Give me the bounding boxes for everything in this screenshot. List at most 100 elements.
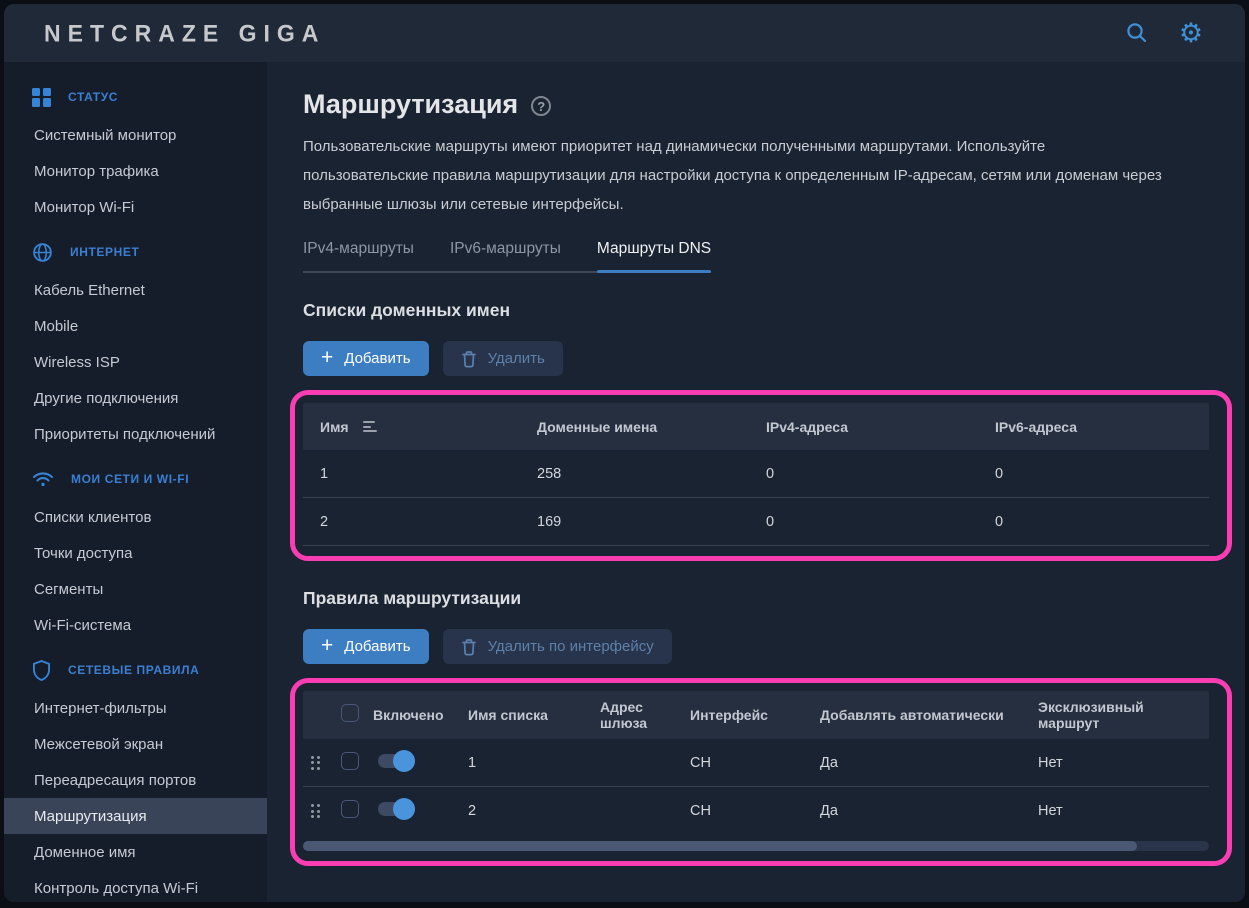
select-all-checkbox[interactable] bbox=[341, 704, 359, 722]
sidebar: СТАТУС Системный монитор Монитор трафика… bbox=[4, 62, 267, 902]
sidebar-item-connection-priorities[interactable]: Приоритеты подключений bbox=[4, 416, 267, 452]
gear-icon[interactable]: ⚙ bbox=[1177, 19, 1205, 47]
column-header-enabled: Включено bbox=[373, 707, 468, 723]
router-admin-window: NETCRAZE GIGA ⚙ СТАТУС Системный монитор… bbox=[4, 4, 1245, 902]
cell-ipv6-count: 0 bbox=[995, 514, 1209, 530]
sidebar-item-routing[interactable]: Маршрутизация bbox=[4, 798, 267, 834]
cell-auto-add: Да bbox=[820, 755, 1038, 771]
sidebar-item-access-points[interactable]: Точки доступа bbox=[4, 535, 267, 571]
sidebar-item-port-forwarding[interactable]: Переадресация портов bbox=[4, 762, 267, 798]
cell-list-name: 1 bbox=[468, 755, 600, 771]
cell-ipv4-count: 0 bbox=[766, 514, 995, 530]
cell-ipv4-count: 0 bbox=[766, 466, 995, 482]
topbar: NETCRAZE GIGA ⚙ bbox=[4, 4, 1245, 62]
row-checkbox[interactable] bbox=[341, 752, 359, 770]
sidebar-item-system-monitor[interactable]: Системный монитор bbox=[4, 117, 267, 153]
page-title: Маршрутизация bbox=[303, 89, 518, 120]
cell-auto-add: Да bbox=[820, 803, 1038, 819]
cell-domain-count: 258 bbox=[537, 466, 766, 482]
table-row[interactable]: 2 CH Да Нет bbox=[303, 787, 1209, 835]
column-header-name[interactable]: Имя bbox=[320, 419, 537, 435]
brand-logo: NETCRAZE GIGA bbox=[44, 19, 325, 47]
drag-handle-icon[interactable] bbox=[311, 756, 341, 770]
sidebar-item-client-lists[interactable]: Списки клиентов bbox=[4, 499, 267, 535]
sort-icon[interactable] bbox=[363, 421, 377, 432]
plus-icon: + bbox=[321, 635, 333, 656]
section-label: СЕТЕВЫЕ ПРАВИЛА bbox=[68, 663, 199, 677]
section-label: МОИ СЕТИ И WI-FI bbox=[71, 472, 189, 486]
column-header-list-name: Имя списка bbox=[468, 707, 600, 723]
horizontal-scrollbar[interactable] bbox=[303, 841, 1209, 851]
cell-domain-count: 169 bbox=[537, 514, 766, 530]
delete-domain-list-button[interactable]: Удалить bbox=[443, 341, 563, 376]
sidebar-section-internet: ИНТЕРНЕТ bbox=[4, 232, 267, 272]
cell-interface: CH bbox=[690, 755, 820, 771]
dashboard-grid-icon bbox=[32, 88, 51, 107]
sidebar-item-wireless-isp[interactable]: Wireless ISP bbox=[4, 344, 267, 380]
highlight-frame-domain-lists: Имя Доменные имена IPv4-адреса IPv6-адре… bbox=[290, 390, 1232, 561]
sidebar-section-network-rules: СЕТЕВЫЕ ПРАВИЛА bbox=[4, 650, 267, 690]
sidebar-section-my-networks-wifi: МОИ СЕТИ И WI-FI bbox=[4, 459, 267, 499]
trash-icon bbox=[461, 350, 477, 368]
row-checkbox[interactable] bbox=[341, 800, 359, 818]
column-header-domain-names: Доменные имена bbox=[537, 419, 766, 435]
page-description: Пользовательские маршруты имеют приорите… bbox=[303, 132, 1165, 219]
add-domain-list-button[interactable]: + Добавить bbox=[303, 341, 429, 376]
sidebar-item-firewall[interactable]: Межсетевой экран bbox=[4, 726, 267, 762]
button-label: Удалить bbox=[488, 350, 545, 367]
highlight-frame-routing-rules: Включено Имя списка Адрес шлюза Интерфей… bbox=[290, 678, 1232, 866]
sidebar-item-wifi-monitor[interactable]: Монитор Wi-Fi bbox=[4, 189, 267, 225]
sidebar-item-internet-filters[interactable]: Интернет-фильтры bbox=[4, 690, 267, 726]
topbar-icons: ⚙ bbox=[1123, 19, 1205, 47]
table-row[interactable]: 1 258 0 0 bbox=[303, 450, 1209, 498]
enabled-toggle[interactable] bbox=[378, 754, 412, 768]
cell-list-name: 2 bbox=[468, 803, 600, 819]
sidebar-item-segments[interactable]: Сегменты bbox=[4, 571, 267, 607]
cell-name: 2 bbox=[320, 514, 537, 530]
sidebar-item-mobile[interactable]: Mobile bbox=[4, 308, 267, 344]
column-header-interface: Интерфейс bbox=[690, 707, 820, 723]
sidebar-item-wifi-system[interactable]: Wi-Fi-система bbox=[4, 607, 267, 643]
trash-icon bbox=[461, 638, 477, 656]
cell-ipv6-count: 0 bbox=[995, 466, 1209, 482]
column-header-ipv6-addresses: IPv6-адреса bbox=[995, 419, 1209, 435]
sidebar-item-ethernet-cable[interactable]: Кабель Ethernet bbox=[4, 272, 267, 308]
column-header-ipv4-addresses: IPv4-адреса bbox=[766, 419, 995, 435]
tab-ipv6-routes[interactable]: IPv6-маршруты bbox=[450, 240, 561, 271]
routing-rules-heading: Правила маршрутизации bbox=[303, 588, 1232, 609]
cell-exclusive: Нет bbox=[1038, 755, 1209, 771]
wifi-icon bbox=[32, 470, 54, 488]
plus-icon: + bbox=[321, 347, 333, 368]
tab-ipv4-routes[interactable]: IPv4-маршруты bbox=[303, 240, 414, 271]
shield-icon bbox=[32, 660, 51, 681]
tab-bar: IPv4-маршруты IPv6-маршруты Маршруты DNS bbox=[303, 240, 711, 273]
search-icon[interactable] bbox=[1123, 19, 1151, 47]
section-label: СТАТУС bbox=[68, 90, 118, 104]
drag-handle-icon[interactable] bbox=[311, 804, 341, 818]
routing-rules-table-header: Включено Имя списка Адрес шлюза Интерфей… bbox=[303, 691, 1209, 739]
scrollbar-thumb[interactable] bbox=[303, 841, 1137, 851]
sidebar-item-wifi-access-control[interactable]: Контроль доступа Wi-Fi bbox=[4, 870, 267, 902]
enabled-toggle[interactable] bbox=[378, 802, 412, 816]
column-header-gateway: Адрес шлюза bbox=[600, 699, 690, 731]
tab-dns-routes[interactable]: Маршруты DNS bbox=[597, 240, 711, 271]
domain-lists-table-header: Имя Доменные имена IPv4-адреса IPv6-адре… bbox=[303, 403, 1209, 450]
sidebar-item-traffic-monitor[interactable]: Монитор трафика bbox=[4, 153, 267, 189]
table-row[interactable]: 2 169 0 0 bbox=[303, 498, 1209, 546]
sidebar-section-status: СТАТУС bbox=[4, 77, 267, 117]
column-header-auto-add: Добавлять автоматически bbox=[820, 707, 1038, 723]
cell-exclusive: Нет bbox=[1038, 803, 1209, 819]
sidebar-item-other-connections[interactable]: Другие подключения bbox=[4, 380, 267, 416]
delete-by-interface-button[interactable]: Удалить по интерфейсу bbox=[443, 629, 672, 664]
cell-interface: CH bbox=[690, 803, 820, 819]
table-row[interactable]: 1 CH Да Нет bbox=[303, 739, 1209, 787]
main-content: Маршрутизация ? Пользовательские маршрут… bbox=[267, 62, 1245, 902]
column-header-exclusive-route: Эксклюзивный маршрут bbox=[1038, 699, 1209, 731]
button-label: Удалить по интерфейсу bbox=[488, 638, 654, 655]
button-label: Добавить bbox=[344, 638, 410, 655]
help-icon[interactable]: ? bbox=[531, 96, 551, 116]
sidebar-item-domain-name[interactable]: Доменное имя bbox=[4, 834, 267, 870]
globe-icon bbox=[32, 242, 53, 263]
domain-lists-heading: Списки доменных имен bbox=[303, 300, 1232, 321]
add-routing-rule-button[interactable]: + Добавить bbox=[303, 629, 429, 664]
